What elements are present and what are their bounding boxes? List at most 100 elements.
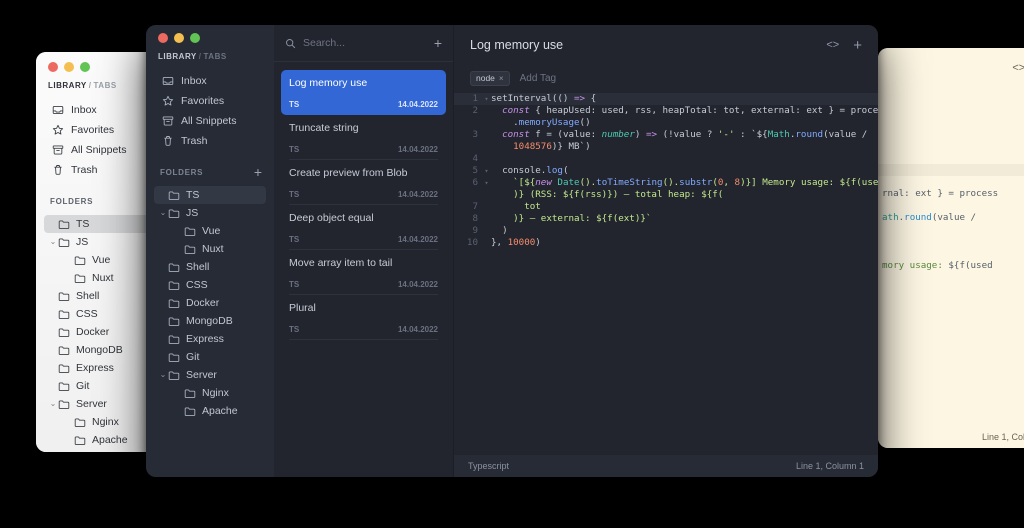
snippet-item[interactable]: Plural TS 14.04.2022 [281,295,446,340]
right-code-line: rnal: ext } = process [882,188,999,199]
tag-bar: node × Add Tag [454,65,878,91]
breadcrumb-tabs[interactable]: TABS [204,52,227,61]
right-code-line [878,128,1024,140]
code-line[interactable]: 4 [454,153,878,165]
code-line[interactable]: 2 const { heapUsed: used, rss, heapTotal… [454,105,878,117]
folder-item-ts[interactable]: TS [154,186,266,204]
snippet-item-meta: TS 14.04.2022 [289,235,438,244]
folder-item-express[interactable]: Express [154,330,266,348]
snippet-item-meta: TS 14.04.2022 [289,100,438,109]
archive-icon [52,145,64,155]
line-number: 9 [472,225,478,236]
add-snippet-button[interactable]: + [434,36,442,50]
code-line[interactable]: 10}, 10000) [454,237,878,249]
minimize-button-icon[interactable] [64,62,74,72]
snippet-item[interactable]: Move array item to tail TS 14.04.2022 [281,250,446,295]
search-bar[interactable]: Search... + [274,25,453,62]
right-code-line [878,164,1024,176]
folder-label: Nuxt [92,272,114,284]
chevron-down-icon[interactable]: ⌄ [158,371,168,379]
folder-item-js[interactable]: ⌄ JS [154,204,266,222]
code-editor[interactable]: 1 ▾ setInterval(() => {2 const { heapUsed:… [454,91,878,455]
folder-item-css[interactable]: CSS [154,276,266,294]
nav-item-favorites[interactable]: Favorites [154,91,266,111]
folder-item-shell[interactable]: Shell [154,258,266,276]
nav-item-label: Trash [71,164,98,176]
snippet-item-language: TS [289,145,300,154]
add-tag-input[interactable]: Add Tag [520,73,557,84]
code-line[interactable]: 3 const f = (value: number) => (!value ?… [454,129,878,141]
sidebar-header: LIBRARY / TABS [146,33,274,61]
snippet-item[interactable]: Create preview from Blob TS 14.04.2022 [281,160,446,205]
fold-toggle-icon[interactable]: ▾ [482,165,491,177]
nav-item-all-snippets[interactable]: All Snippets [154,111,266,131]
tag-chip-node[interactable]: node × [470,70,510,86]
folder-label: Apache [92,434,128,446]
nav-item-label: All Snippets [181,115,237,127]
remove-tag-icon[interactable]: × [499,74,504,83]
breadcrumb-library[interactable]: LIBRARY [158,52,197,61]
line-number: 5 [472,165,478,176]
maximize-button-icon[interactable] [80,62,90,72]
main-window[interactable]: LIBRARY / TABS Inbox Favorites All Snippets T… [146,25,878,477]
folder-label: Vue [202,225,221,237]
nav-item-inbox[interactable]: Inbox [154,71,266,91]
background-window-right[interactable]: <> + rnal: ext } = process ath.round(val… [878,48,1024,448]
editor-header: Log memory use <> + [454,25,878,65]
code-view-icon[interactable]: <> [1012,62,1024,74]
folder-item-nginx[interactable]: Nginx [154,384,266,402]
code-line[interactable]: 1048576)} MB`) [454,141,878,153]
folder-item-apache[interactable]: Apache [154,402,266,420]
minimize-button-icon[interactable] [174,33,184,43]
left-folders-title: FOLDERS [50,196,94,206]
folder-item-git[interactable]: Git [154,348,266,366]
folder-item-mongodb[interactable]: MongoDB [154,312,266,330]
code-line[interactable]: 6 ▾ `[${new Date().toTimeString().substr(… [454,177,878,189]
star-icon [162,95,174,106]
snippet-item-language: TS [289,325,300,334]
breadcrumb-library[interactable]: LIBRARY [48,81,87,90]
folder-icon [58,363,70,373]
chevron-down-icon[interactable]: ⌄ [48,238,58,246]
close-button-icon[interactable] [158,33,168,43]
chevron-down-icon[interactable]: ⌄ [158,209,168,217]
code-line[interactable]: 9 ) [454,225,878,237]
search-input[interactable]: Search... [303,37,427,49]
nav-item-trash[interactable]: Trash [154,131,266,151]
code-line[interactable]: 5 ▾ console.log( [454,165,878,177]
code-line[interactable]: 1 ▾ setInterval(() => { [454,93,878,105]
snippet-item[interactable]: Log memory use TS 14.04.2022 [281,70,446,115]
close-button-icon[interactable] [48,62,58,72]
add-folder-icon[interactable]: + [254,165,262,179]
code-line[interactable]: )} (RSS: ${f(rss)}) — total heap: ${f( [454,189,878,201]
line-number: 8 [472,213,478,224]
code-view-icon[interactable]: <> [826,39,839,51]
folder-item-nuxt[interactable]: Nuxt [154,240,266,258]
code-line[interactable]: .memoryUsage() [454,117,878,129]
breadcrumb-tabs[interactable]: TABS [94,81,117,90]
folder-item-docker[interactable]: Docker [154,294,266,312]
right-code-line: ath.round(value / [882,212,977,223]
folder-icon [168,352,180,362]
snippet-item[interactable]: Deep object equal TS 14.04.2022 [281,205,446,250]
maximize-button-icon[interactable] [190,33,200,43]
snippet-item[interactable]: Truncate string TS 14.04.2022 [281,115,446,160]
folder-label: Shell [186,261,210,273]
snippet-item-language: TS [289,235,300,244]
chevron-down-icon[interactable]: ⌄ [48,400,58,408]
folder-item-server[interactable]: ⌄ Server [154,366,266,384]
fold-toggle-icon[interactable]: ▾ [482,177,491,189]
snippet-item-title: Log memory use [289,77,368,89]
status-language: Typescript [468,461,510,471]
code-line[interactable]: 8 )} — external: ${f(ext)}` [454,213,878,225]
code-line[interactable]: 7 tot [454,201,878,213]
folder-item-vue[interactable]: Vue [154,222,266,240]
right-code-area[interactable]: rnal: ext } = process ath.round(value / … [878,114,1024,272]
snippet-item-language: TS [289,280,300,289]
folder-label: JS [76,236,89,248]
fold-toggle-icon[interactable]: ▾ [482,93,491,105]
snippet-title[interactable]: Log memory use [470,38,812,52]
add-fragment-icon[interactable]: + [853,38,862,53]
window-traffic-lights[interactable] [158,33,262,43]
code-text: const { heapUsed: used, rss, heapTotal: … [502,105,878,116]
